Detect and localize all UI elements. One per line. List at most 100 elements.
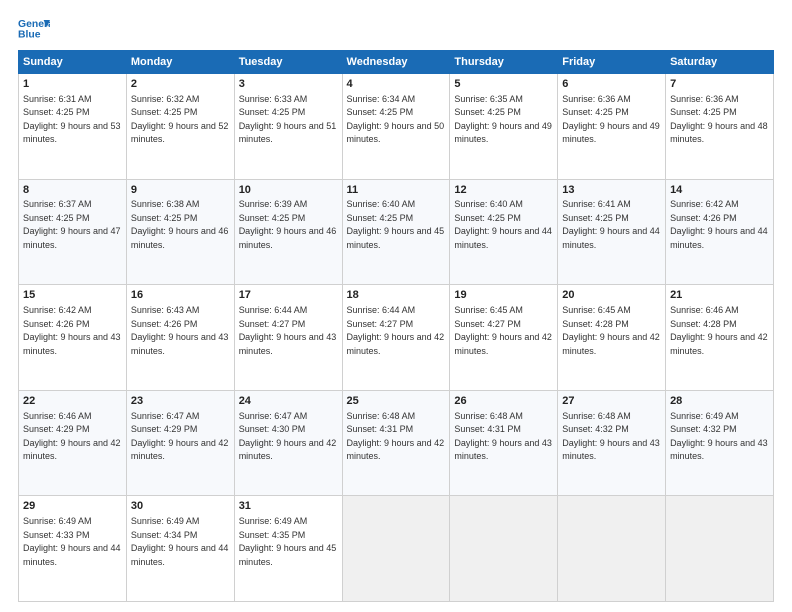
day-info: Sunrise: 6:48 AMSunset: 4:31 PMDaylight:… (347, 411, 445, 462)
day-cell-8: 8Sunrise: 6:37 AMSunset: 4:25 PMDaylight… (19, 179, 127, 285)
weekday-tuesday: Tuesday (234, 51, 342, 74)
day-number: 16 (131, 288, 230, 303)
day-number: 6 (562, 77, 661, 92)
day-cell-26: 26 Sunrise: 6:48 AMSunset: 4:31 PMDayligh… (450, 390, 558, 496)
day-number: 2 (131, 77, 230, 92)
day-info: Sunrise: 6:49 AMSunset: 4:35 PMDaylight:… (239, 516, 337, 567)
day-info: Sunrise: 6:32 AMSunset: 4:25 PMDaylight:… (131, 94, 229, 145)
day-cell-28: 28 Sunrise: 6:49 AMSunset: 4:32 PMDayligh… (666, 390, 774, 496)
week-row-4: 22Sunrise: 6:46 AMSunset: 4:29 PMDayligh… (19, 390, 774, 496)
day-cell-1: 1Sunrise: 6:31 AMSunset: 4:25 PMDaylight… (19, 74, 127, 180)
weekday-saturday: Saturday (666, 51, 774, 74)
day-number: 27 (562, 394, 661, 409)
empty-cell (558, 496, 666, 602)
day-info: Sunrise: 6:44 AMSunset: 4:27 PMDaylight:… (347, 305, 445, 356)
day-cell-6: 6 Sunrise: 6:36 AMSunset: 4:25 PMDaylight… (558, 74, 666, 180)
day-number: 8 (23, 183, 122, 198)
day-info: Sunrise: 6:45 AMSunset: 4:28 PMDaylight:… (562, 305, 660, 356)
weekday-friday: Friday (558, 51, 666, 74)
day-cell-12: 12Sunrise: 6:40 AMSunset: 4:25 PMDayligh… (450, 179, 558, 285)
weekday-thursday: Thursday (450, 51, 558, 74)
day-info: Sunrise: 6:48 AMSunset: 4:32 PMDaylight:… (562, 411, 660, 462)
day-number: 21 (670, 288, 769, 303)
day-cell-10: 10Sunrise: 6:39 AMSunset: 4:25 PMDayligh… (234, 179, 342, 285)
day-number: 4 (347, 77, 446, 92)
day-info: Sunrise: 6:44 AMSunset: 4:27 PMDaylight:… (239, 305, 337, 356)
week-row-1: 1Sunrise: 6:31 AMSunset: 4:25 PMDaylight… (19, 74, 774, 180)
day-cell-29: 29Sunrise: 6:49 AMSunset: 4:33 PMDayligh… (19, 496, 127, 602)
day-cell-15: 15 Sunrise: 6:42 AMSunset: 4:26 PMDayligh… (19, 285, 127, 391)
calendar: SundayMondayTuesdayWednesdayThursdayFrid… (18, 50, 774, 602)
day-number: 11 (347, 183, 446, 198)
day-info: Sunrise: 6:47 AMSunset: 4:30 PMDaylight:… (239, 411, 337, 462)
day-number: 22 (23, 394, 122, 409)
logo-icon: General Blue (18, 16, 50, 44)
day-number: 13 (562, 183, 661, 198)
day-number: 19 (454, 288, 553, 303)
weekday-wednesday: Wednesday (342, 51, 450, 74)
day-number: 26 (454, 394, 553, 409)
day-number: 18 (347, 288, 446, 303)
day-cell-16: 16 Sunrise: 6:43 AMSunset: 4:26 PMDayligh… (126, 285, 234, 391)
day-info: Sunrise: 6:42 AMSunset: 4:26 PMDaylight:… (670, 199, 768, 250)
day-info: Sunrise: 6:41 AMSunset: 4:25 PMDaylight:… (562, 199, 660, 250)
day-number: 14 (670, 183, 769, 198)
day-info: Sunrise: 6:38 AMSunset: 4:25 PMDaylight:… (131, 199, 229, 250)
day-cell-24: 24 Sunrise: 6:47 AMSunset: 4:30 PMDayligh… (234, 390, 342, 496)
week-row-2: 8Sunrise: 6:37 AMSunset: 4:25 PMDaylight… (19, 179, 774, 285)
day-number: 5 (454, 77, 553, 92)
day-info: Sunrise: 6:46 AMSunset: 4:28 PMDaylight:… (670, 305, 768, 356)
day-info: Sunrise: 6:37 AMSunset: 4:25 PMDaylight:… (23, 199, 121, 250)
day-cell-21: 21 Sunrise: 6:46 AMSunset: 4:28 PMDayligh… (666, 285, 774, 391)
day-cell-3: 3Sunrise: 6:33 AMSunset: 4:25 PMDaylight… (234, 74, 342, 180)
day-number: 12 (454, 183, 553, 198)
empty-cell (342, 496, 450, 602)
logo: General Blue (18, 16, 50, 44)
day-number: 31 (239, 499, 338, 514)
header: General Blue (18, 16, 774, 44)
day-cell-4: 4 Sunrise: 6:34 AMSunset: 4:25 PMDaylight… (342, 74, 450, 180)
day-cell-31: 31 Sunrise: 6:49 AMSunset: 4:35 PMDayligh… (234, 496, 342, 602)
day-cell-11: 11Sunrise: 6:40 AMSunset: 4:25 PMDayligh… (342, 179, 450, 285)
empty-cell (666, 496, 774, 602)
day-number: 28 (670, 394, 769, 409)
empty-cell (450, 496, 558, 602)
day-cell-2: 2 Sunrise: 6:32 AMSunset: 4:25 PMDaylight… (126, 74, 234, 180)
day-number: 30 (131, 499, 230, 514)
day-info: Sunrise: 6:48 AMSunset: 4:31 PMDaylight:… (454, 411, 552, 462)
day-info: Sunrise: 6:45 AMSunset: 4:27 PMDaylight:… (454, 305, 552, 356)
day-info: Sunrise: 6:35 AMSunset: 4:25 PMDaylight:… (454, 94, 552, 145)
day-info: Sunrise: 6:47 AMSunset: 4:29 PMDaylight:… (131, 411, 229, 462)
day-cell-13: 13Sunrise: 6:41 AMSunset: 4:25 PMDayligh… (558, 179, 666, 285)
day-number: 15 (23, 288, 122, 303)
day-number: 17 (239, 288, 338, 303)
day-info: Sunrise: 6:43 AMSunset: 4:26 PMDaylight:… (131, 305, 229, 356)
day-info: Sunrise: 6:49 AMSunset: 4:34 PMDaylight:… (131, 516, 229, 567)
svg-text:Blue: Blue (18, 30, 41, 41)
day-info: Sunrise: 6:42 AMSunset: 4:26 PMDaylight:… (23, 305, 121, 356)
day-cell-9: 9Sunrise: 6:38 AMSunset: 4:25 PMDaylight… (126, 179, 234, 285)
day-info: Sunrise: 6:49 AMSunset: 4:32 PMDaylight:… (670, 411, 768, 462)
day-info: Sunrise: 6:31 AMSunset: 4:25 PMDaylight:… (23, 94, 121, 145)
day-cell-20: 20 Sunrise: 6:45 AMSunset: 4:28 PMDayligh… (558, 285, 666, 391)
day-cell-19: 19 Sunrise: 6:45 AMSunset: 4:27 PMDayligh… (450, 285, 558, 391)
week-row-5: 29Sunrise: 6:49 AMSunset: 4:33 PMDayligh… (19, 496, 774, 602)
day-number: 20 (562, 288, 661, 303)
day-info: Sunrise: 6:36 AMSunset: 4:25 PMDaylight:… (670, 94, 768, 145)
day-info: Sunrise: 6:36 AMSunset: 4:25 PMDaylight:… (562, 94, 660, 145)
day-cell-22: 22Sunrise: 6:46 AMSunset: 4:29 PMDayligh… (19, 390, 127, 496)
page: General Blue SundayMondayTuesdayWednesda… (0, 0, 792, 612)
day-cell-30: 30 Sunrise: 6:49 AMSunset: 4:34 PMDayligh… (126, 496, 234, 602)
day-number: 23 (131, 394, 230, 409)
day-number: 24 (239, 394, 338, 409)
day-number: 25 (347, 394, 446, 409)
week-row-3: 15 Sunrise: 6:42 AMSunset: 4:26 PMDayligh… (19, 285, 774, 391)
day-number: 10 (239, 183, 338, 198)
day-cell-14: 14Sunrise: 6:42 AMSunset: 4:26 PMDayligh… (666, 179, 774, 285)
day-number: 9 (131, 183, 230, 198)
day-number: 29 (23, 499, 122, 514)
day-info: Sunrise: 6:40 AMSunset: 4:25 PMDaylight:… (347, 199, 445, 250)
day-info: Sunrise: 6:39 AMSunset: 4:25 PMDaylight:… (239, 199, 337, 250)
day-info: Sunrise: 6:34 AMSunset: 4:25 PMDaylight:… (347, 94, 445, 145)
weekday-sunday: Sunday (19, 51, 127, 74)
